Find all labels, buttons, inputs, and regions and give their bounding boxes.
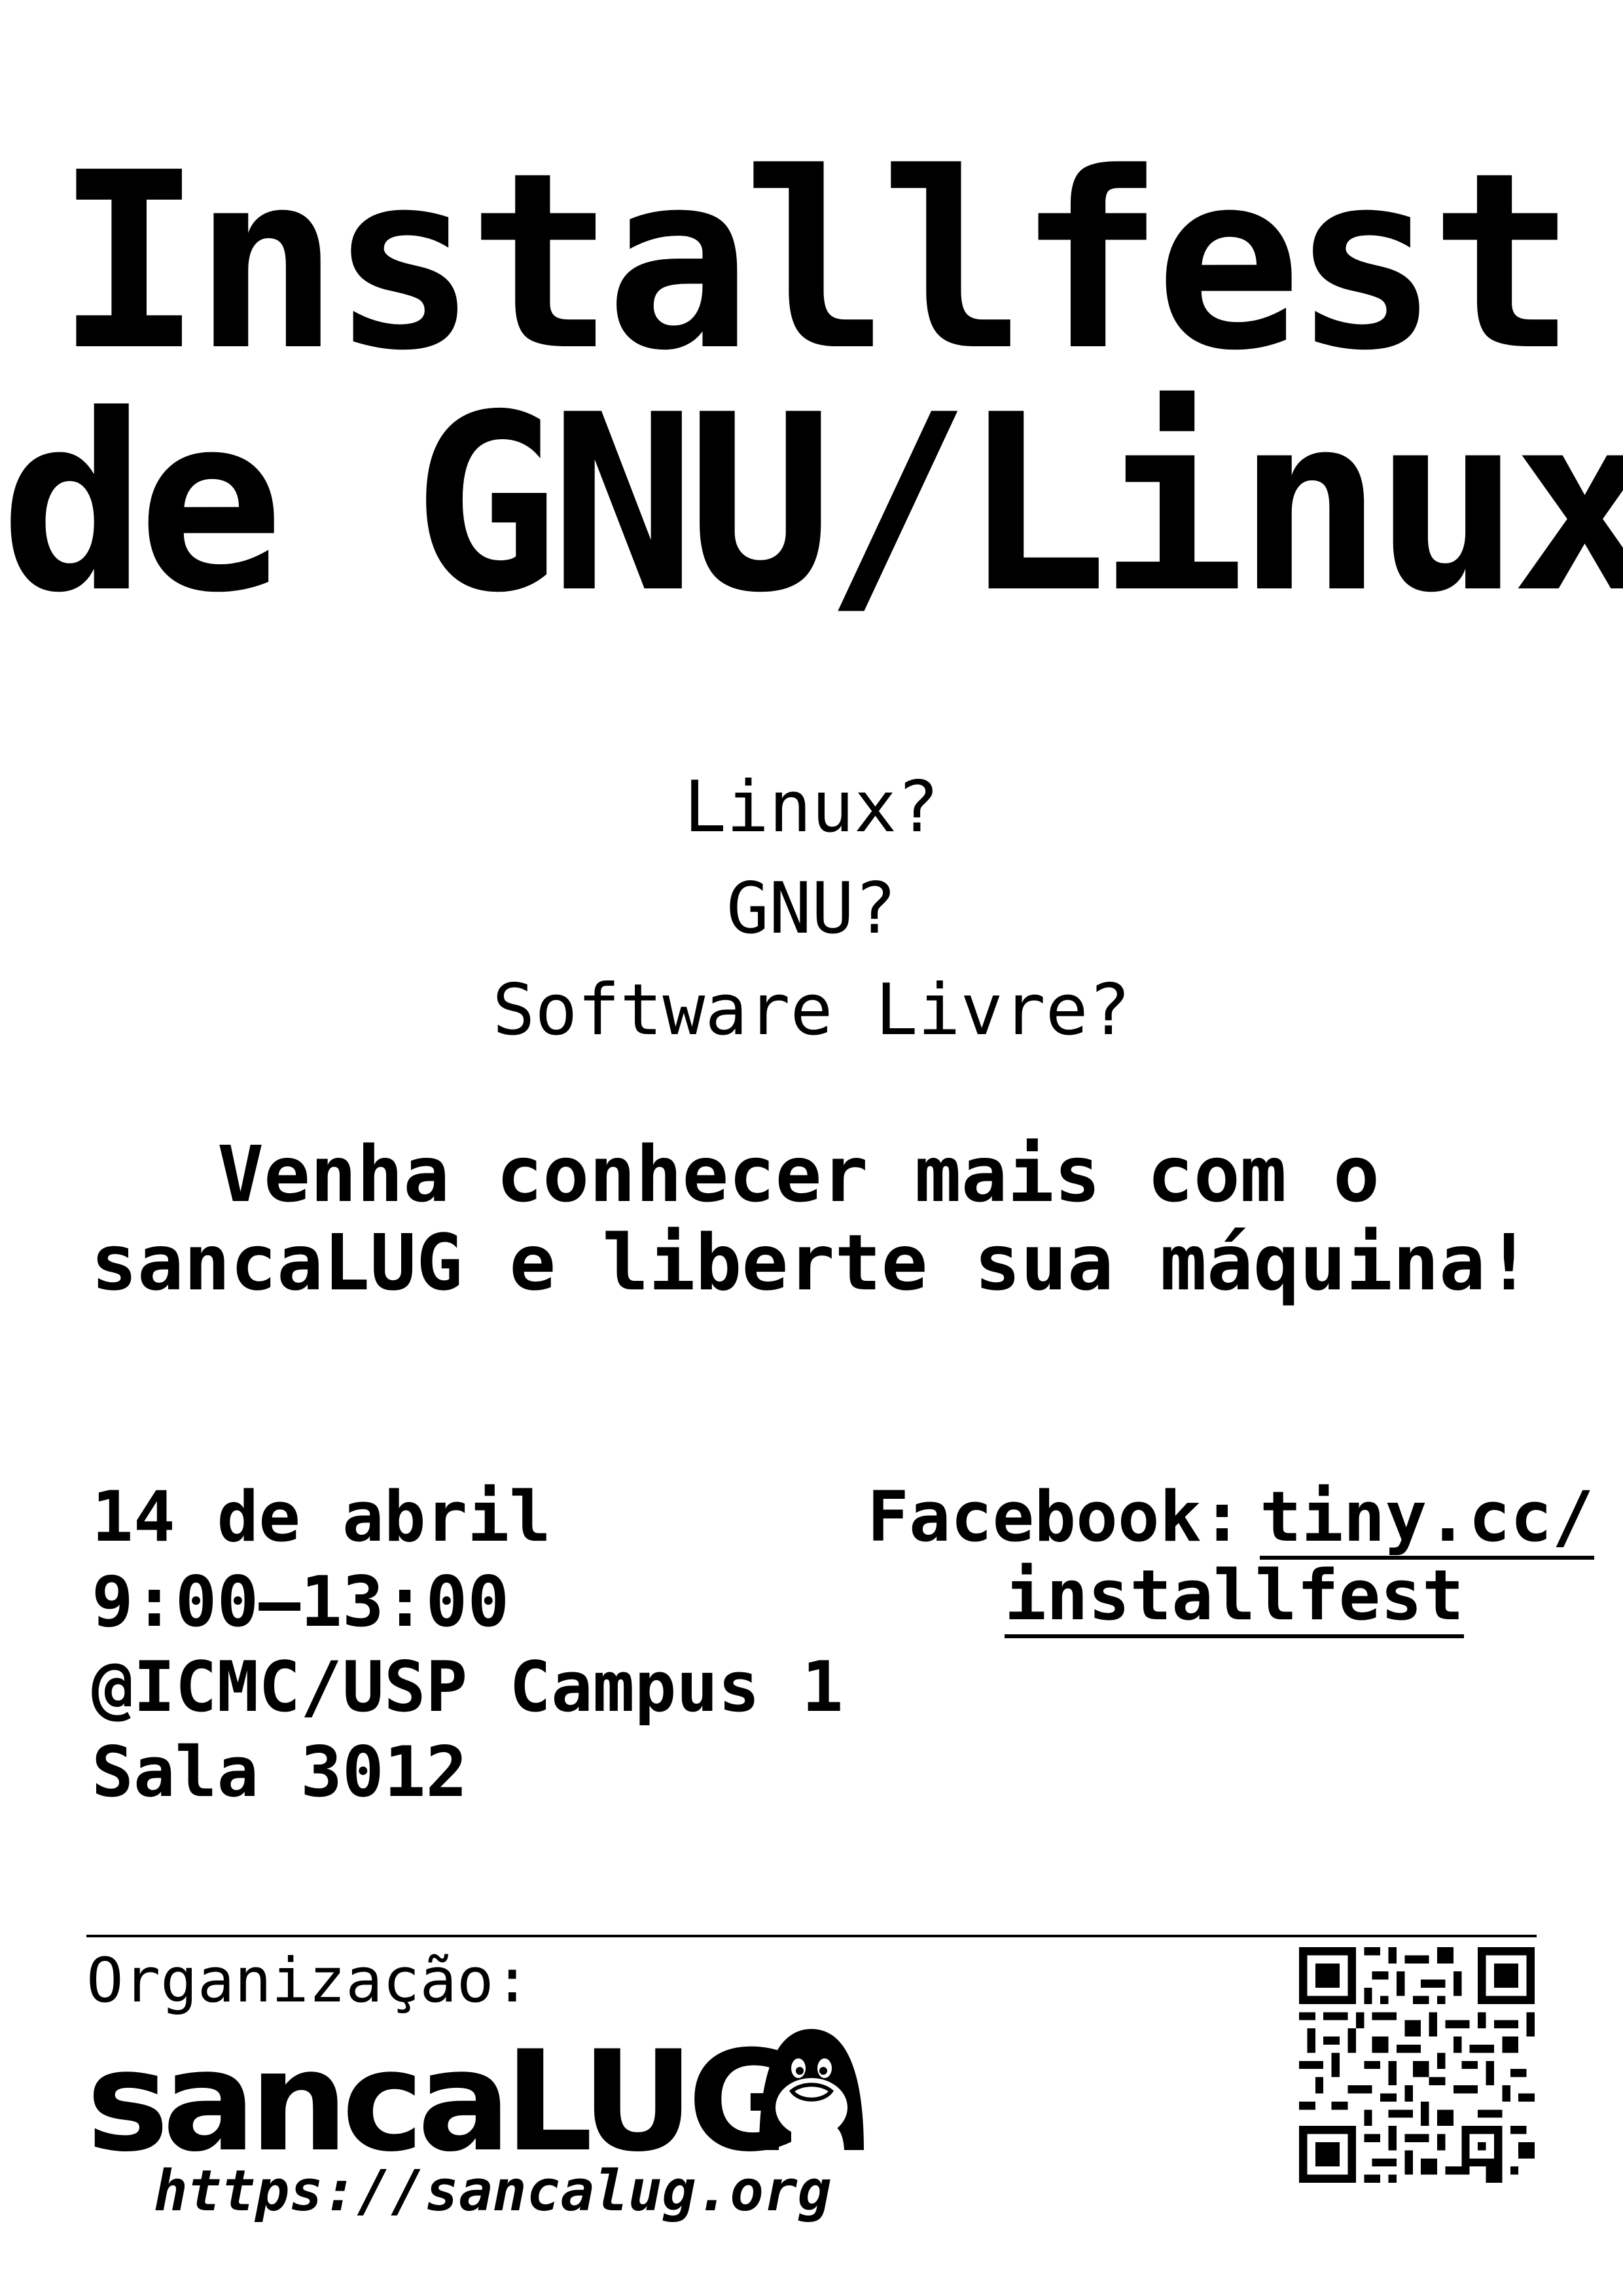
tux-penguin-icon: [746, 2022, 877, 2156]
facebook-label: Facebook:: [867, 1477, 1243, 1557]
poster-title-line-2: de GNU/Linux: [0, 363, 1623, 646]
question-linux: Linux?: [683, 766, 940, 848]
qr-code-icon[interactable]: [1299, 1947, 1535, 2185]
facebook-link-part-1[interactable]: tiny.cc/: [1260, 1482, 1594, 1560]
facebook-link-part-2[interactable]: installfest: [1005, 1561, 1464, 1638]
sancalug-logo-text: sancaLUG: [86, 2020, 802, 2182]
organization-label: Organização:: [86, 1945, 531, 2017]
website-link[interactable]: https://sancalug.org: [154, 2163, 832, 2219]
event-room: Sala 3012: [92, 1732, 468, 1812]
poster-title-line-1: Installfest: [56, 120, 1577, 404]
question-software-livre: Software Livre?: [492, 969, 1131, 1051]
event-date: 14 de abril: [92, 1477, 551, 1557]
footer-divider: [86, 1935, 1537, 1937]
cta-line-1: Venha conhecer mais com o: [217, 1129, 1380, 1219]
cta-line-2: sancaLUG e liberte sua máquina!: [90, 1217, 1533, 1308]
question-gnu: GNU?: [726, 868, 897, 950]
event-time: 9:00–13:00: [92, 1562, 510, 1642]
event-location: @ICMC/USP Campus 1: [92, 1647, 844, 1727]
